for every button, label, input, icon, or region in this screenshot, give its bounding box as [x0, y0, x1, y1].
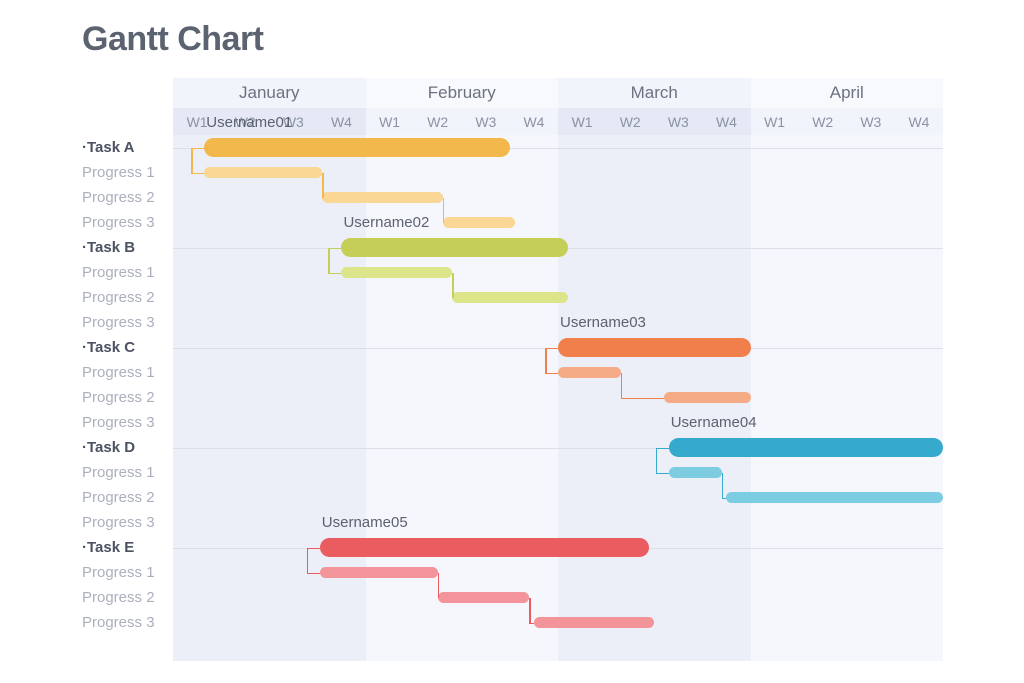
progress-bar-taske-3[interactable] — [533, 617, 655, 628]
progress-label[interactable]: Progress 3 — [82, 410, 155, 435]
connector-horizontal — [655, 472, 669, 475]
progress-label[interactable]: Progress 3 — [82, 210, 155, 235]
progress-label[interactable]: Progress 2 — [82, 585, 155, 610]
task-label-taskc[interactable]: ·Task C — [82, 335, 135, 360]
week-header-april-w3[interactable]: W3 — [847, 108, 895, 135]
connector-vertical — [191, 147, 193, 173]
username-label-username04: Username04 — [670, 414, 757, 431]
progress-bar-taskc-2[interactable] — [663, 392, 751, 403]
connector-horizontal — [545, 347, 558, 350]
connector-horizontal — [721, 497, 727, 500]
page-title: Gantt Chart — [82, 20, 264, 58]
week-header-april-w1[interactable]: W1 — [751, 108, 799, 135]
gantt-body: Username01 Username02 Username03 Username04… — [173, 114, 943, 661]
connector-vertical — [545, 347, 547, 373]
connector-horizontal — [620, 397, 664, 400]
progress-bar-taske-2[interactable] — [437, 592, 530, 603]
progress-bar-taskb-2[interactable] — [452, 292, 568, 303]
username-label-username03: Username03 — [560, 314, 646, 331]
progress-bar-taskc-1[interactable] — [558, 367, 621, 378]
connector-horizontal — [306, 572, 320, 575]
task-bar-taskd[interactable] — [668, 438, 943, 457]
username-label-username02: Username02 — [343, 214, 430, 231]
connector-vertical — [529, 597, 531, 623]
username-label-username05: Username05 — [321, 514, 408, 531]
progress-label[interactable]: Progress 3 — [82, 610, 155, 635]
progress-bar-taske-1[interactable] — [319, 567, 438, 578]
task-label-taske[interactable]: ·Task E — [82, 535, 134, 560]
month-header-january[interactable]: January — [173, 78, 366, 108]
week-header-february-w4[interactable]: W4 — [510, 108, 558, 135]
connector-horizontal — [655, 447, 669, 450]
month-header-february[interactable]: February — [365, 78, 558, 108]
gantt-chart: January February March April W1 W2 W3 W4 W1 W2 W3… — [173, 78, 943, 661]
month-header-march[interactable]: March — [558, 78, 751, 108]
progress-bar-taskd-1[interactable] — [668, 467, 722, 478]
connector-vertical — [655, 447, 658, 473]
connector-horizontal — [306, 547, 320, 550]
connector-vertical — [437, 572, 440, 598]
username-label-username01: Username01 — [206, 114, 293, 131]
connector-horizontal — [191, 172, 205, 175]
progress-label[interactable]: Progress 1 — [82, 560, 155, 585]
progress-label[interactable]: Progress 1 — [82, 160, 155, 185]
week-header-april-w2[interactable]: W2 — [799, 108, 847, 135]
connector-vertical — [452, 272, 454, 298]
progress-label[interactable]: Progress 2 — [82, 485, 155, 510]
week-header-april-w4[interactable]: W4 — [895, 108, 943, 135]
progress-label[interactable]: Progress 3 — [82, 310, 155, 335]
connector-vertical — [442, 197, 445, 223]
connector-vertical — [721, 472, 724, 498]
month-header-row: January February March April — [173, 78, 943, 108]
connector-horizontal — [545, 372, 558, 375]
week-header-march-w1[interactable]: W1 — [558, 108, 606, 135]
progress-bar-taskd-2[interactable] — [726, 492, 943, 503]
connector-horizontal — [529, 622, 534, 625]
week-group-april: W1 W2 W3 W4 — [750, 108, 943, 135]
week-group-march: W1 W2 W3 W4 — [558, 108, 751, 135]
progress-label[interactable]: Progress 3 — [82, 510, 155, 535]
connector-vertical — [328, 247, 331, 273]
week-header-march-w3[interactable]: W3 — [654, 108, 702, 135]
progress-label[interactable]: Progress 2 — [82, 185, 155, 210]
week-header-february-w1[interactable]: W1 — [366, 108, 414, 135]
week-header-march-w4[interactable]: W4 — [702, 108, 750, 135]
progress-bar-taska-2[interactable] — [322, 192, 443, 203]
progress-label[interactable]: Progress 1 — [82, 360, 155, 385]
connector-vertical — [322, 172, 324, 198]
progress-bar-taska-3[interactable] — [442, 217, 515, 228]
task-bar-taska[interactable] — [204, 138, 510, 157]
connector-horizontal — [191, 147, 205, 150]
week-group-february: W1 W2 W3 W4 — [365, 108, 558, 135]
task-label-column: ·Task A Progress 1 Progress 2 Progress 3 ·Ta… — [0, 135, 165, 661]
task-bar-taskb[interactable] — [341, 238, 568, 257]
task-label-taskb[interactable]: ·Task B — [82, 235, 135, 260]
progress-label[interactable]: Progress 1 — [82, 260, 155, 285]
connector-horizontal — [328, 272, 342, 275]
week-header-february-w2[interactable]: W2 — [414, 108, 462, 135]
progress-bar-taska-1[interactable] — [204, 167, 323, 178]
connector-horizontal — [328, 247, 342, 250]
task-bar-taskc[interactable] — [558, 338, 751, 357]
progress-label[interactable]: Progress 2 — [82, 285, 155, 310]
connector-vertical — [620, 372, 623, 398]
task-bar-taske[interactable] — [319, 538, 650, 557]
task-label-taska[interactable]: ·Task A — [82, 135, 135, 160]
month-header-april[interactable]: April — [750, 78, 943, 108]
week-header-march-w2[interactable]: W2 — [606, 108, 654, 135]
week-header-january-w4[interactable]: W4 — [317, 108, 365, 135]
progress-label[interactable]: Progress 2 — [82, 385, 155, 410]
progress-bar-taskb-1[interactable] — [341, 267, 453, 278]
progress-label[interactable]: Progress 1 — [82, 460, 155, 485]
task-label-taskd[interactable]: ·Task D — [82, 435, 135, 460]
week-header-february-w3[interactable]: W3 — [462, 108, 510, 135]
connector-vertical — [306, 547, 309, 573]
